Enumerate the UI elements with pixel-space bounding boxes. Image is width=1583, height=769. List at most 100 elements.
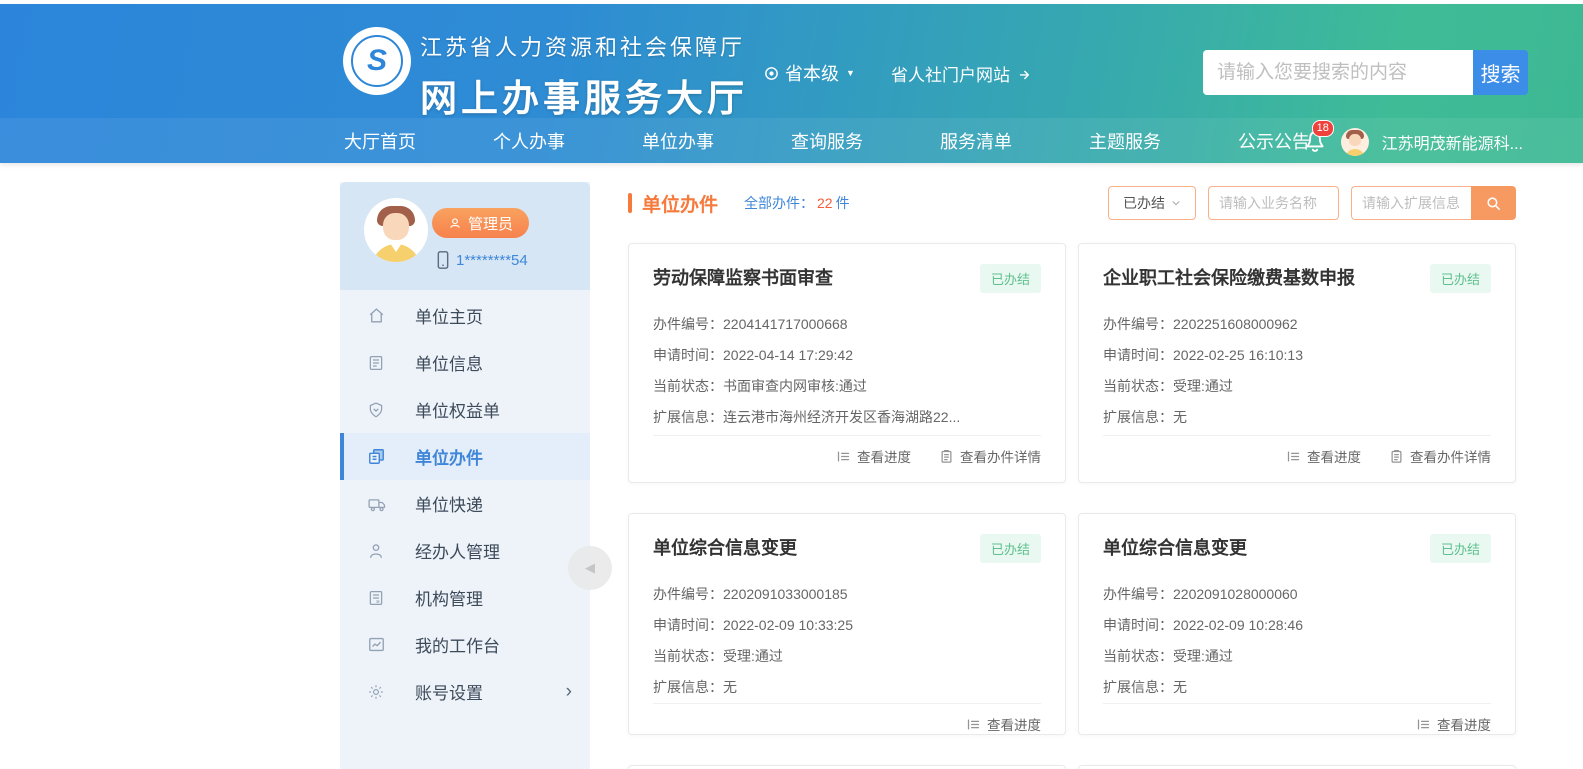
extended-info-row: 扩展信息：无 xyxy=(1103,402,1491,433)
current-status-row: 当前状态：书面审查内网审核:通过 xyxy=(653,371,1041,402)
view-progress-link[interactable]: 查看进度 xyxy=(836,446,911,466)
sidebar-item-account-settings[interactable]: 账号设置› xyxy=(340,668,590,715)
case-count: 全部办件：22件 xyxy=(744,193,850,213)
region-selector[interactable]: 省本级 ▼ xyxy=(763,60,855,86)
case-number-row: 办件编号：2204141717000668 xyxy=(653,309,1041,340)
chevron-down-icon xyxy=(1171,198,1181,208)
sidebar-item-label: 账号设置 xyxy=(415,679,483,704)
extended-info-value: 无 xyxy=(1173,409,1187,425)
status-filter-value: 已办结 xyxy=(1123,193,1165,213)
card-title: 单位综合信息变更 xyxy=(1103,534,1247,560)
case-number-row: 办件编号：2202091028000060 xyxy=(1103,579,1491,610)
case-number-value: 2202091028000060 xyxy=(1173,586,1298,602)
case-count-label: 全部办件： xyxy=(744,195,814,211)
view-progress-link[interactable]: 查看进度 xyxy=(1416,714,1491,734)
location-pin-icon xyxy=(763,65,780,82)
apply-time-value: 2022-02-09 10:33:25 xyxy=(723,617,853,633)
sidebar-item-label: 单位信息 xyxy=(415,350,483,375)
apply-time-row: 申请时间：2022-02-09 10:28:46 xyxy=(1103,610,1491,641)
extended-info-label: 扩展信息： xyxy=(653,679,723,695)
extended-info-input[interactable] xyxy=(1351,186,1471,220)
current-status-value: 书面审查内网审核:通过 xyxy=(723,378,867,394)
case-card: 单位综合信息变更 已办结 办件编号：2202091033000185 申请时间：… xyxy=(628,513,1066,735)
card-title: 企业职工社会保险缴费基数申报 xyxy=(1103,264,1355,290)
status-badge: 已办结 xyxy=(1430,264,1491,293)
sidebar-item-label: 我的工作台 xyxy=(415,632,500,657)
card-title: 单位综合信息变更 xyxy=(653,534,797,560)
view-detail-label: 查看办件详情 xyxy=(960,446,1041,466)
status-filter-dropdown[interactable]: 已办结 xyxy=(1108,186,1196,220)
role-badge-label: 管理员 xyxy=(468,213,513,234)
truck-icon xyxy=(367,494,387,514)
region-selector-label: 省本级 xyxy=(785,60,839,86)
case-card: 劳动保障监察书面审查 已办结 办件编号：2204141717000668 申请时… xyxy=(628,243,1066,483)
main-content: 单位办件 全部办件：22件 已办结 xyxy=(628,185,1516,769)
view-progress-label: 查看进度 xyxy=(1437,714,1491,734)
extended-info-row: 扩展信息：无 xyxy=(1103,672,1491,703)
case-number-label: 办件编号： xyxy=(1103,316,1173,332)
current-status-label: 当前状态： xyxy=(653,378,723,394)
user-avatar[interactable] xyxy=(1341,128,1369,156)
nav-item-theme[interactable]: 主题服务 xyxy=(1089,128,1187,154)
view-progress-label: 查看进度 xyxy=(987,714,1041,734)
view-progress-link[interactable]: 查看进度 xyxy=(1286,446,1361,466)
case-number-row: 办件编号：2202251608000962 xyxy=(1103,309,1491,340)
apply-time-label: 申请时间： xyxy=(653,617,723,633)
profile-avatar xyxy=(364,198,428,262)
search-button[interactable]: 搜索 xyxy=(1473,50,1528,95)
view-detail-link[interactable]: 查看办件详情 xyxy=(939,446,1041,466)
nav-item-home[interactable]: 大厅首页 xyxy=(344,128,442,154)
view-progress-label: 查看进度 xyxy=(857,446,911,466)
sidebar: 管理员 1********54 单位主页单位信息单位权益单单位办件单位快递经办人… xyxy=(340,182,590,769)
apply-time-value: 2022-02-09 10:28:46 xyxy=(1173,617,1303,633)
badge-icon xyxy=(367,400,387,420)
sidebar-item-agent-mgmt[interactable]: 经办人管理 xyxy=(340,527,590,574)
business-name-input[interactable] xyxy=(1208,186,1339,220)
view-progress-link[interactable]: 查看进度 xyxy=(966,714,1041,734)
cards-grid: 劳动保障监察书面审查 已办结 办件编号：2204141717000668 申请时… xyxy=(628,243,1516,769)
nav-item-query[interactable]: 查询服务 xyxy=(791,128,889,154)
page-title: 单位办件 xyxy=(642,190,718,217)
user-name[interactable]: 江苏明茂新能源科... xyxy=(1382,130,1523,154)
view-detail-link[interactable]: 查看办件详情 xyxy=(1389,446,1491,466)
extended-info-value: 无 xyxy=(1173,679,1187,695)
nav-item-personal[interactable]: 个人办事 xyxy=(493,128,591,154)
case-card: 单位综合信息变更 已办结 办件编号：2202091028000060 申请时间：… xyxy=(1078,513,1516,735)
case-card-partial xyxy=(1078,765,1516,769)
sidebar-item-unit-info[interactable]: 单位信息 xyxy=(340,339,590,386)
copy-icon xyxy=(367,447,387,467)
extended-info-value: 连云港市海州经济开发区香海湖路22... xyxy=(723,409,960,425)
nav-item-unit[interactable]: 单位办事 xyxy=(642,128,740,154)
sidebar-item-org-mgmt[interactable]: 机构管理 xyxy=(340,574,590,621)
notification-bell-icon[interactable]: 18 xyxy=(1302,127,1328,157)
sidebar-item-label: 经办人管理 xyxy=(415,538,500,563)
apply-time-row: 申请时间：2022-02-09 10:33:25 xyxy=(653,610,1041,641)
current-status-row: 当前状态：受理:通过 xyxy=(653,641,1041,672)
nav-item-service-list[interactable]: 服务清单 xyxy=(940,128,1038,154)
extended-info-label: 扩展信息： xyxy=(1103,409,1173,425)
portal-site-link[interactable]: 省人社门户网站 xyxy=(891,61,1034,86)
person-icon xyxy=(367,541,387,561)
sidebar-item-unit-home[interactable]: 单位主页 xyxy=(340,292,590,339)
sidebar-item-unit-rights[interactable]: 单位权益单 xyxy=(340,386,590,433)
notification-count-badge: 18 xyxy=(1312,120,1334,137)
view-progress-label: 查看进度 xyxy=(1307,446,1361,466)
case-card-partial xyxy=(628,765,1066,769)
magnifier-icon xyxy=(1485,195,1502,212)
search-input[interactable] xyxy=(1203,50,1473,95)
case-card: 企业职工社会保险缴费基数申报 已办结 办件编号：2202251608000962… xyxy=(1078,243,1516,483)
extended-info-row: 扩展信息：无 xyxy=(653,672,1041,703)
case-count-unit: 件 xyxy=(836,195,850,211)
sidebar-item-workbench[interactable]: 我的工作台 xyxy=(340,621,590,668)
sidebar-item-unit-cases[interactable]: 单位办件 xyxy=(340,433,590,480)
case-number-value: 2202091033000185 xyxy=(723,586,848,602)
status-badge: 已办结 xyxy=(980,264,1041,293)
extended-info-label: 扩展信息： xyxy=(653,409,723,425)
sidebar-item-unit-express[interactable]: 单位快递 xyxy=(340,480,590,527)
role-icon xyxy=(448,216,462,230)
extended-info-value: 无 xyxy=(723,679,737,695)
sidebar-collapse-button[interactable]: ◀ xyxy=(568,546,612,590)
filter-search-button[interactable] xyxy=(1471,186,1516,220)
profile-panel: 管理员 1********54 xyxy=(340,182,590,290)
avatar-face xyxy=(383,213,409,240)
